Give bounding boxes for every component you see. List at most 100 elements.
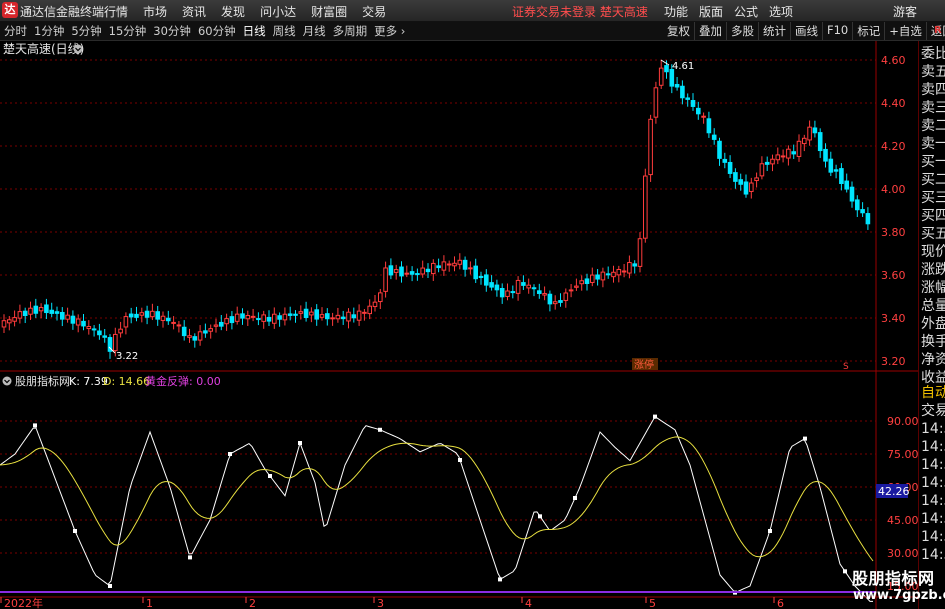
tab-daily[interactable]: 日线 <box>243 23 266 39</box>
trade-time: 14:56 <box>921 421 945 437</box>
restore-rights-button[interactable]: 复权 <box>663 22 694 40</box>
candle-body <box>261 314 266 322</box>
draw-line-button[interactable]: 画线 <box>790 22 822 40</box>
menu-market[interactable]: 市场 <box>143 3 167 20</box>
candle-body <box>70 315 76 324</box>
tab-30min[interactable]: 30分钟 <box>153 23 191 39</box>
menu-wealth-circle[interactable]: 财富圈 <box>311 3 347 20</box>
trade-tab[interactable]: 交易 <box>921 403 945 420</box>
menu-ask-assistant[interactable]: 问小达 <box>260 3 296 20</box>
candle-body <box>653 87 659 118</box>
candle-body <box>388 265 394 276</box>
tab-60min[interactable]: 60分钟 <box>198 23 236 39</box>
candle-body <box>150 310 155 318</box>
f10-button[interactable]: F10 <box>822 22 852 40</box>
candle-body <box>807 126 812 141</box>
candle-body <box>468 267 473 270</box>
candle-body <box>234 313 240 322</box>
candle-body <box>60 311 65 320</box>
menu-discover[interactable]: 发现 <box>221 3 245 20</box>
auto-trade-tab[interactable]: 自动 <box>921 385 945 402</box>
trading-status-message[interactable]: 证券交易未登录 楚天高速 <box>512 3 648 20</box>
candle-body <box>383 267 388 292</box>
k-marker <box>653 414 657 419</box>
candle-body <box>314 309 319 320</box>
menu-formula[interactable]: 公式 <box>734 3 758 20</box>
k-marker <box>498 577 502 582</box>
candle-body <box>181 326 187 337</box>
tab-5min[interactable]: 5分钟 <box>71 23 101 39</box>
time-tick: 1 <box>146 597 153 609</box>
tab-weekly[interactable]: 周线 <box>273 23 296 39</box>
candle-body <box>134 313 139 318</box>
candle-body <box>579 280 585 285</box>
tab-15min[interactable]: 15分钟 <box>109 23 147 39</box>
quote-label: 买二 <box>921 172 945 188</box>
tab-monthly[interactable]: 月线 <box>303 23 326 39</box>
menu-news[interactable]: 资讯 <box>182 3 206 20</box>
add-watchlist-button[interactable]: +自选 <box>884 22 926 40</box>
statistics-button[interactable]: 统计 <box>758 22 790 40</box>
candle-body <box>759 163 765 177</box>
quote-label: 委比 <box>921 46 945 62</box>
tab-multi-period[interactable]: 多周期 <box>333 23 368 39</box>
candle-body <box>303 308 309 318</box>
mark-button[interactable]: 标记 <box>852 22 884 40</box>
tab-intraday[interactable]: 分时 <box>4 23 27 39</box>
candle-body <box>595 274 600 280</box>
main-menu: 行情 市场 资讯 发现 问小达 财富圈 交易 <box>104 3 401 20</box>
candle-body <box>680 85 685 99</box>
indicator-header: 股朋指标网 K: 7.39 D: 14.66 黄金反弹: 0.00 <box>2 374 221 388</box>
indicator-tick: 45.00 <box>887 514 918 527</box>
candle-body <box>616 268 622 276</box>
candle-body <box>415 273 420 276</box>
main-chart-menu-icon[interactable] <box>73 44 83 54</box>
menu-layout[interactable]: 版面 <box>699 3 723 20</box>
candle-body <box>526 284 532 289</box>
candle-body <box>701 115 706 118</box>
menu-functions[interactable]: 功能 <box>664 3 688 20</box>
menu-trade[interactable]: 交易 <box>362 3 386 20</box>
candle-body <box>197 331 203 341</box>
candle-body <box>213 324 219 327</box>
candle-body <box>22 310 28 317</box>
candle-body <box>81 320 86 327</box>
candle-body <box>208 328 213 332</box>
time-tick: 2022年 <box>4 596 43 609</box>
candle-body <box>727 161 733 174</box>
candle-body <box>568 289 574 292</box>
multi-stock-button[interactable]: 多股 <box>726 22 758 40</box>
quote-label: 买五 <box>921 226 945 242</box>
candle-body <box>521 282 526 286</box>
k-marker <box>73 529 77 533</box>
candle-body <box>658 67 664 86</box>
candle-body <box>118 328 123 334</box>
candle-body <box>860 209 865 214</box>
menu-market-quotes[interactable]: 行情 <box>104 3 128 20</box>
candle-body <box>160 315 166 321</box>
tab-1min[interactable]: 1分钟 <box>34 23 64 39</box>
chart-canvas[interactable]: 楚天高速(日线) 4.60 4.40 4.20 4.00 3.80 3.60 3… <box>0 41 918 609</box>
menu-options[interactable]: 选项 <box>769 3 793 20</box>
quote-label: 外盘 <box>921 316 945 332</box>
candle-body <box>1 320 7 328</box>
overlay-button[interactable]: 叠加 <box>694 22 726 40</box>
k-marker <box>458 458 462 462</box>
app-logo-icon: 达 <box>2 2 18 18</box>
candle-body <box>335 314 341 320</box>
candle-body <box>531 287 537 290</box>
candle-body <box>833 169 839 172</box>
candle-body <box>457 259 463 265</box>
tab-more[interactable]: 更多 › <box>374 23 405 39</box>
k-marker <box>228 452 232 456</box>
indicator-grid <box>0 420 876 554</box>
watermark-url: www.7gpzb.com <box>853 588 945 603</box>
app-name: 通达信金融终端 <box>20 5 105 19</box>
guest-login[interactable]: 游客 <box>893 3 917 20</box>
indicator-menu-icon[interactable] <box>2 376 12 386</box>
candle-body <box>367 305 372 315</box>
candle-body <box>192 336 198 341</box>
trade-time: 14:56 <box>921 475 945 491</box>
candle-body <box>722 158 728 163</box>
watermark-title: 股朋指标网 <box>852 569 935 588</box>
